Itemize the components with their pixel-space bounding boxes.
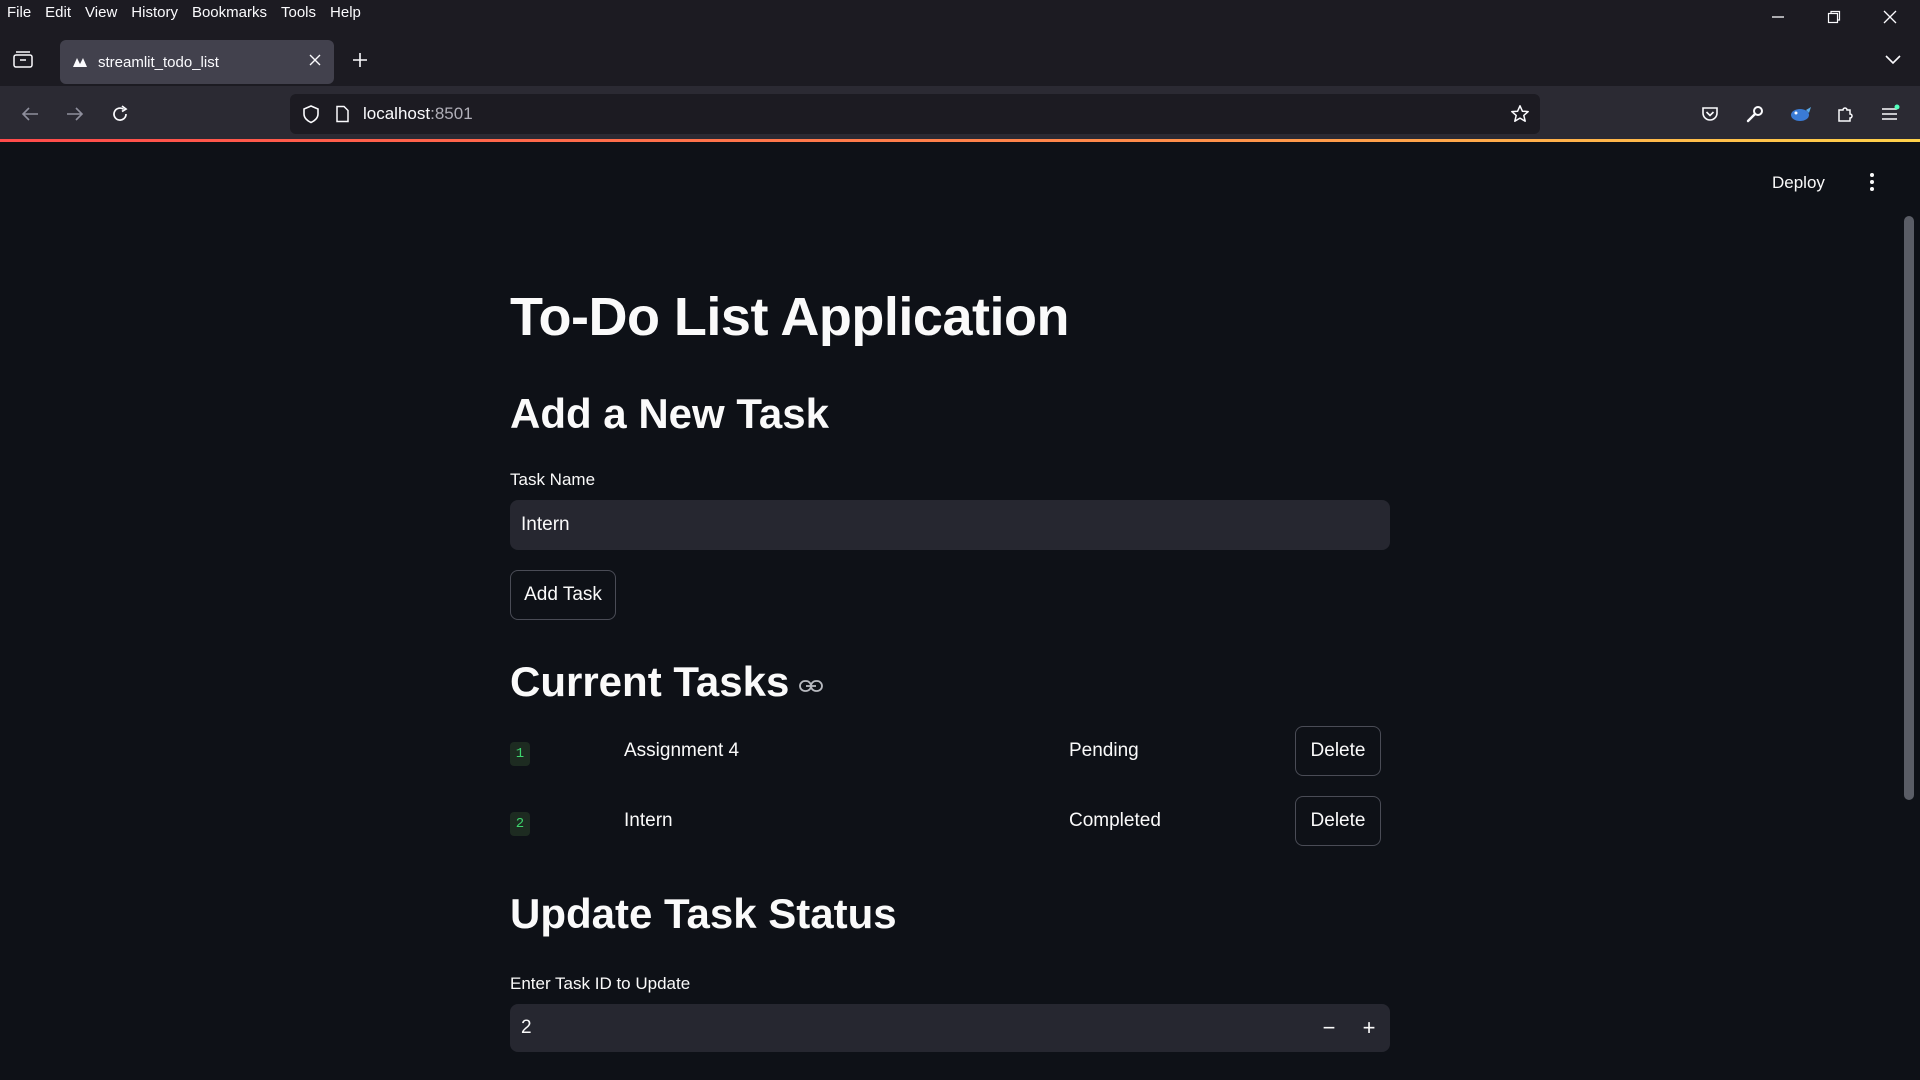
close-icon [1883, 10, 1897, 24]
task-id-label: Enter Task ID to Update [510, 974, 691, 993]
menu-bar: File Edit View History Bookmarks Tools H… [0, 0, 1920, 24]
task-name: Intern [624, 810, 673, 831]
tab-streamlit-todo[interactable]: streamlit_todo_list [60, 40, 334, 84]
task-id-value: 2 [521, 1017, 532, 1038]
menu-file[interactable]: File [0, 4, 38, 21]
menu-view[interactable]: View [78, 4, 124, 21]
plus-icon [353, 53, 367, 67]
streamlit-favicon-icon [72, 54, 88, 70]
task-row: 1 Assignment 4 Pending Delete [510, 726, 1390, 790]
restore-icon [1827, 10, 1841, 24]
scrollbar[interactable] [1904, 216, 1914, 800]
arrow-left-icon [21, 107, 38, 121]
page-icon[interactable] [334, 105, 350, 123]
decrement-button[interactable]: − [1309, 1004, 1349, 1052]
extension-bird-icon [1791, 107, 1811, 121]
main-menu-kebab-icon[interactable] [1860, 170, 1884, 194]
minimize-icon [1772, 16, 1784, 18]
tab-bar: streamlit_todo_list [0, 24, 1920, 86]
url-bar[interactable]: localhost:8501 [290, 94, 1540, 134]
chevron-down-icon [1885, 55, 1901, 65]
add-task-button[interactable]: Add Task [510, 570, 616, 620]
forward-button[interactable] [55, 94, 95, 134]
arrow-right-icon [67, 107, 84, 121]
current-tasks-heading-row: Current Tasks [510, 658, 824, 706]
add-task-heading: Add a New Task [510, 390, 829, 437]
menu-edit[interactable]: Edit [38, 4, 78, 21]
deploy-button[interactable]: Deploy [1772, 173, 1825, 193]
menu-tools[interactable]: Tools [274, 4, 323, 21]
url-port: :8501 [430, 104, 473, 123]
extension-button[interactable] [1780, 94, 1820, 134]
puzzle-icon [1838, 107, 1853, 122]
reload-icon [113, 105, 128, 121]
anchor-link-icon[interactable] [799, 679, 824, 693]
reload-button[interactable] [100, 94, 140, 134]
delete-task-button[interactable]: Delete [1295, 796, 1381, 846]
url-text[interactable]: localhost:8501 [363, 104, 473, 124]
app-menu-button[interactable] [1870, 94, 1910, 134]
delete-task-button[interactable]: Delete [1295, 726, 1381, 776]
extensions-button[interactable] [1825, 94, 1865, 134]
back-button[interactable] [10, 94, 50, 134]
new-tab-button[interactable] [350, 50, 374, 74]
tab-title: streamlit_todo_list [98, 53, 219, 71]
pocket-button[interactable] [1690, 94, 1730, 134]
task-row: 2 Intern Completed Delete [510, 796, 1390, 860]
app-viewport: Deploy To-Do List Application Add a New … [0, 142, 1920, 1080]
task-name-value: Intern [521, 514, 570, 535]
task-name-label: Task Name [510, 470, 596, 489]
menu-help[interactable]: Help [323, 4, 368, 21]
page-title: To-Do List Application [510, 287, 1069, 347]
increment-button[interactable]: + [1349, 1004, 1389, 1052]
task-id-number-input[interactable]: 2 − + [510, 1004, 1390, 1052]
task-name-input[interactable]: Intern [510, 500, 1390, 550]
update-status-heading: Update Task Status [510, 890, 897, 937]
current-tasks-heading: Current Tasks [510, 658, 790, 705]
task-id-badge: 1 [510, 742, 530, 766]
wrench-icon [1746, 106, 1763, 123]
dev-tools-button[interactable] [1735, 94, 1775, 134]
url-host: localhost [363, 104, 431, 123]
menu-bookmarks[interactable]: Bookmarks [185, 4, 274, 21]
tab-overview-icon[interactable] [12, 50, 38, 74]
tab-close-icon[interactable] [308, 53, 322, 71]
task-status: Completed [1069, 810, 1161, 831]
hamburger-icon [1882, 104, 1900, 120]
shield-icon[interactable] [302, 104, 320, 124]
navigation-bar: localhost:8501 [0, 86, 1920, 140]
bookmark-star-icon[interactable] [1510, 104, 1530, 124]
task-status: Pending [1069, 740, 1139, 761]
pocket-icon [1702, 107, 1718, 121]
task-id-badge: 2 [510, 812, 530, 836]
task-name: Assignment 4 [624, 740, 740, 761]
list-all-tabs-button[interactable] [1884, 52, 1908, 72]
menu-history[interactable]: History [124, 4, 185, 21]
